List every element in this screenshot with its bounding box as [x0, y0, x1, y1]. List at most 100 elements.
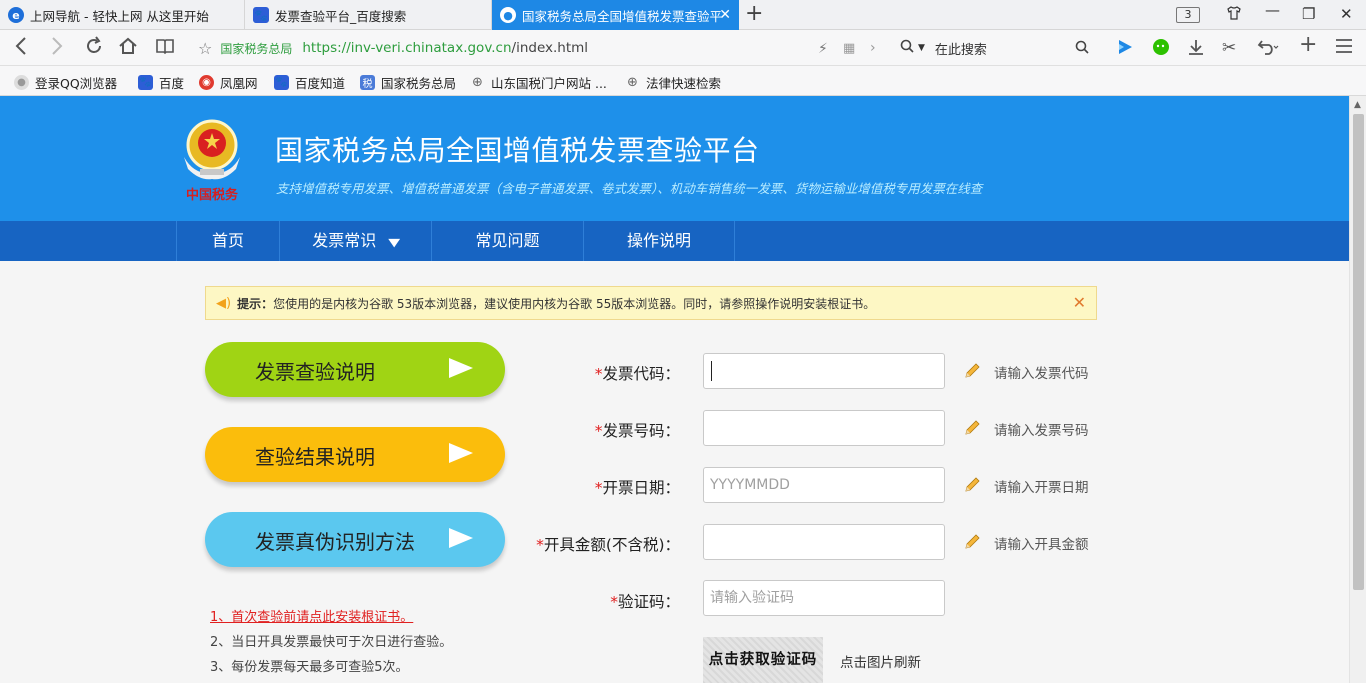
tip-next-day: 2、当日开具发票最快可于次日进行查验。 — [210, 635, 453, 650]
tip-max-checks: 3、每份发票每天最多可查验5次。 — [210, 660, 409, 675]
pencil-icon — [963, 533, 981, 551]
video-play-icon[interactable] — [1116, 38, 1134, 61]
pencil-icon — [963, 476, 981, 494]
download-icon[interactable] — [1187, 38, 1205, 61]
invoice-code-input[interactable] — [703, 353, 945, 389]
bookmark-tax-bureau[interactable]: 税 国家税务总局 — [360, 73, 456, 92]
invoice-number-hint: 请输入发票号码 — [994, 423, 1089, 439]
bookmark-label: 凤凰网 — [220, 76, 258, 91]
minimize-window-icon[interactable]: — — [1265, 1, 1280, 19]
menu-hamburger-icon[interactable] — [1335, 38, 1353, 59]
site-header: 中国税务 国家税务总局全国增值税发票查验平台 支持增值税专用发票、增值税普通发票… — [0, 96, 1349, 221]
required-mark: * — [610, 593, 618, 611]
search-placeholder: 在此搜索 — [934, 42, 987, 58]
bookmark-qq-login[interactable]: ● 登录QQ浏览器 — [14, 73, 117, 92]
browser-address-bar: ☆ 国家税务总局 https://inv-veri.chinatax.gov.c… — [0, 30, 1366, 66]
wechat-icon[interactable] — [1152, 38, 1170, 61]
close-window-icon[interactable]: ✕ — [1340, 5, 1353, 23]
page-scrollbar[interactable]: ▲ — [1349, 96, 1366, 683]
invoice-code-label: *发票代码： — [535, 362, 680, 384]
tax-icon: 税 — [360, 75, 375, 90]
scroll-up-icon[interactable]: ▲ — [1354, 100, 1361, 110]
new-tab-button[interactable]: + — [745, 3, 763, 25]
close-notice-icon[interactable]: ✕ — [1073, 293, 1086, 312]
amount-input[interactable] — [703, 524, 945, 560]
browser-tab-invoice-platform[interactable]: ● 国家税务总局全国增值税发票查验平台 ✕ — [492, 0, 739, 30]
bookmark-baidu[interactable]: 🐾 百度 — [138, 73, 184, 92]
page-viewport: 中国税务 国家税务总局全国增值税发票查验平台 支持增值税专用发票、增值税普通发票… — [0, 96, 1349, 683]
main-menu: 首页 发票常识 ▼ 常见问题 操作说明 — [0, 221, 1349, 261]
issue-date-input[interactable]: YYYYMMDD — [703, 467, 945, 503]
refresh-icon[interactable] — [84, 36, 104, 62]
invoice-check-guide-button[interactable]: 发票查验说明 — [205, 342, 505, 397]
browser-tab-baidu-search[interactable]: 🐾 发票查验平台_百度搜索 — [245, 0, 492, 30]
usage-tips: 1、首次查验前请点此安装根证书。 2、当日开具发票最快可于次日进行查验。 3、每… — [210, 605, 452, 680]
captcha-input[interactable]: 请输入验证码 — [703, 580, 945, 616]
shirt-skin-icon[interactable] — [1226, 5, 1242, 25]
counterfeit-identification-button[interactable]: 发票真伪识别方法 — [205, 512, 505, 567]
lightning-icon[interactable]: ⚡ — [818, 39, 828, 59]
back-icon[interactable] — [14, 36, 28, 62]
invoice-number-input[interactable] — [703, 410, 945, 446]
restore-window-icon[interactable]: ❐ — [1302, 5, 1315, 23]
tab-title: 发票查验平台_百度搜索 — [275, 8, 407, 24]
bookmark-label: 百度 — [159, 76, 185, 91]
install-cert-link[interactable]: 1、首次查验前请点此安装根证书。 — [210, 605, 452, 630]
amount-hint: 请输入开具金额 — [994, 537, 1089, 553]
qr-code-icon[interactable]: ▦ — [843, 39, 855, 59]
play-arrow-icon — [449, 358, 473, 378]
menu-item-invoice-knowledge[interactable]: 发票常识 ▼ — [279, 221, 431, 261]
close-tab-icon[interactable]: ✕ — [719, 7, 731, 23]
captcha-label: *验证码： — [535, 590, 680, 612]
user-icon: ● — [14, 75, 29, 90]
placeholder-text: YYYYMMDD — [710, 477, 790, 493]
bookmark-law-search[interactable]: ⊕ 法律快速检索 — [625, 73, 721, 92]
tab-count-badge[interactable]: 3 — [1176, 7, 1200, 23]
menu-item-instructions[interactable]: 操作说明 — [583, 221, 735, 261]
undo-icon[interactable] — [1257, 38, 1279, 61]
scissors-icon[interactable]: ✂ — [1222, 38, 1236, 58]
site-identity-badge: 国家税务总局 — [220, 41, 293, 56]
label-text: 验证码： — [617, 593, 680, 611]
bookmark-label: 法律快速检索 — [646, 76, 722, 91]
home-icon[interactable] — [118, 36, 138, 62]
chevron-down-icon: ▼ — [388, 236, 401, 249]
bookmark-shandong-tax[interactable]: ⊕ 山东国税门户网站 ... — [470, 73, 607, 92]
url-field[interactable]: ☆ 国家税务总局 https://inv-veri.chinatax.gov.c… — [198, 34, 888, 62]
issue-date-label: *开票日期： — [535, 476, 680, 498]
issue-date-hint: 请输入开票日期 — [994, 480, 1089, 496]
menu-item-home[interactable]: 首页 — [176, 221, 279, 261]
browser-notice-banner: ◀) 提示： 您使用的是内核为谷歌 53版本浏览器，建议使用内核为谷歌 55版本… — [205, 286, 1097, 320]
site-subtitle: 支持增值税专用发票、增值税普通发票（含电子普通发票、卷式发票）、机动车销售统一发… — [276, 181, 983, 196]
browser-tab-bar: e 上网导航 - 轻快上网 从这里开始 🐾 发票查验平台_百度搜索 ● 国家税务… — [0, 0, 1366, 30]
label-text: 开具金额(不含税)： — [543, 536, 680, 554]
label-text: 发票号码： — [602, 422, 680, 440]
invoice-code-hint: 请输入发票代码 — [994, 366, 1089, 382]
play-arrow-icon — [449, 528, 473, 548]
search-go-icon[interactable] — [1075, 40, 1089, 58]
search-engine-dropdown-icon[interactable]: ▼ — [918, 43, 925, 53]
invoice-number-label: *发票号码： — [535, 419, 680, 441]
forward-icon[interactable] — [50, 36, 64, 62]
bookmark-baidu-zhidao[interactable]: 🐾 百度知道 — [274, 73, 345, 92]
menu-label: 操作说明 — [626, 231, 691, 250]
scroll-thumb[interactable] — [1353, 114, 1364, 590]
star-bookmark-icon[interactable]: ☆ — [198, 39, 212, 58]
url-domain: https://inv-veri.chinatax.gov.cn — [302, 40, 512, 56]
bookmark-phoenix[interactable]: ◉ 凤凰网 — [199, 73, 258, 92]
browser-tab-navigation[interactable]: e 上网导航 - 轻快上网 从这里开始 — [0, 0, 245, 30]
browser-search-box[interactable]: ▼ 在此搜索 — [900, 34, 1095, 62]
captcha-image[interactable]: 点击获取验证码 — [703, 637, 823, 683]
captcha-refresh-hint: 点击图片刷新 — [840, 655, 921, 671]
ie-logo-icon: e — [8, 7, 24, 23]
add-icon[interactable]: + — [1299, 34, 1317, 56]
phoenix-icon: ◉ — [199, 75, 214, 90]
emblem-text: 中国税务 — [186, 187, 239, 203]
chevron-right-icon[interactable]: › — [870, 38, 876, 58]
required-mark: * — [536, 536, 544, 554]
reading-book-icon[interactable] — [155, 36, 175, 62]
menu-item-faq[interactable]: 常见问题 — [431, 221, 583, 261]
url-text: https://inv-veri.chinatax.gov.cn/index.h… — [302, 40, 588, 56]
url-path: /index.html — [511, 40, 589, 56]
check-result-guide-button[interactable]: 查验结果说明 — [205, 427, 505, 482]
